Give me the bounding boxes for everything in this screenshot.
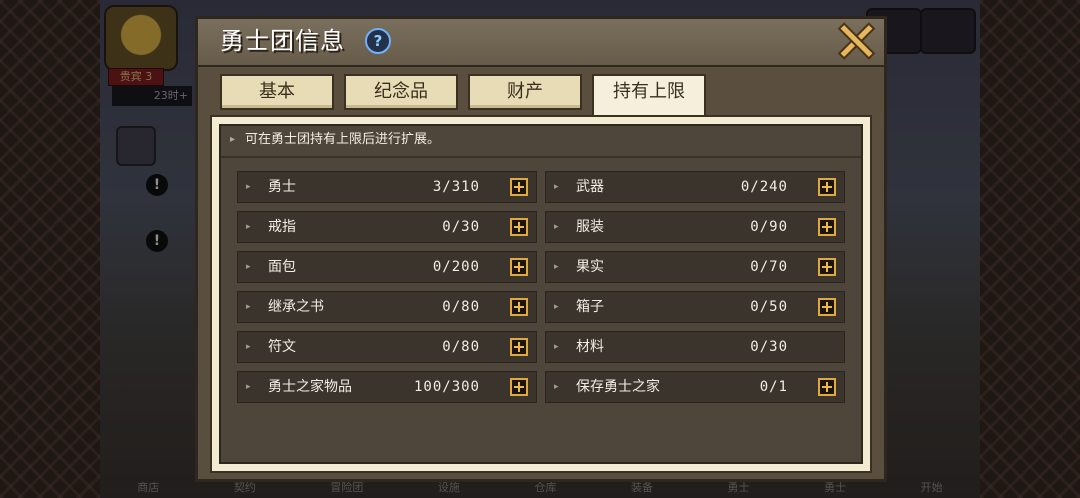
limit-name: 继承之书 [268, 299, 324, 315]
limit-row: ▸ 面包 0/200 [237, 251, 537, 283]
expand-plus-button[interactable] [510, 298, 528, 316]
limit-value: 0/80 [442, 339, 480, 355]
limit-value: 3/310 [432, 179, 480, 195]
expand-plus-button[interactable] [818, 178, 836, 196]
expand-plus-button[interactable] [818, 258, 836, 276]
close-icon[interactable] [838, 22, 874, 58]
arrow-icon: ▸ [246, 342, 251, 352]
arrow-icon: ▸ [246, 382, 251, 392]
expand-plus-button[interactable] [510, 178, 528, 196]
limit-row: ▸ 材料 0/30 [545, 331, 845, 363]
limit-name: 保存勇士之家 [576, 379, 660, 395]
arrow-icon: ▸ [554, 182, 559, 192]
limit-value: 100/300 [413, 379, 480, 395]
limit-value: 0/240 [740, 179, 788, 195]
tab-content-panel: ▸ 可在勇士团持有上限后进行扩展。 ▸ 勇士 3/310 ▸ 武器 0/240 ▸ 戒指 0/3… [210, 115, 872, 473]
limit-value: 0/90 [750, 219, 788, 235]
limit-row: ▸ 服装 0/90 [545, 211, 845, 243]
limit-value: 0/30 [750, 339, 788, 355]
expand-plus-button[interactable] [510, 258, 528, 276]
limit-value: 0/70 [750, 259, 788, 275]
dialog-titlebar: 勇士团信息 ? [198, 19, 884, 67]
dialog-title: 勇士团信息 [220, 27, 345, 55]
limit-value: 0/30 [442, 219, 480, 235]
limit-name: 武器 [576, 179, 604, 195]
arrow-icon: ▸ [554, 342, 559, 352]
arrow-icon: ▸ [246, 262, 251, 272]
limit-row: ▸ 符文 0/80 [237, 331, 537, 363]
arrow-icon: ▸ [554, 302, 559, 312]
arrow-icon: ▸ [246, 302, 251, 312]
limit-row: ▸ 继承之书 0/80 [237, 291, 537, 323]
expand-plus-button[interactable] [818, 298, 836, 316]
expand-plus-button[interactable] [510, 338, 528, 356]
limit-name: 材料 [576, 339, 604, 355]
limit-value: 0/200 [432, 259, 480, 275]
limit-name: 勇士 [268, 179, 296, 195]
notice-bar: ▸ 可在勇士团持有上限后进行扩展。 [221, 126, 861, 158]
tab-assets[interactable]: 财产 [468, 74, 582, 110]
limit-row: ▸ 武器 0/240 [545, 171, 845, 203]
limit-row: ▸ 勇士之家物品 100/300 [237, 371, 537, 403]
expand-plus-button[interactable] [510, 218, 528, 236]
limit-name: 符文 [268, 339, 296, 355]
limit-name: 服装 [576, 219, 604, 235]
arrow-icon: ▸ [554, 382, 559, 392]
expand-plus-button[interactable] [818, 218, 836, 236]
arrow-icon: ▸ [246, 222, 251, 232]
limit-value: 0/80 [442, 299, 480, 315]
arrow-icon: ▸ [246, 182, 251, 192]
limit-row: ▸ 戒指 0/30 [237, 211, 537, 243]
limit-name: 勇士之家物品 [268, 379, 352, 395]
arrow-icon: ▸ [554, 262, 559, 272]
limit-row: ▸ 果实 0/70 [545, 251, 845, 283]
guild-info-dialog: 勇士团信息 ? 基本 纪念品 财产 持有上限 ▸ 可在勇士团持有上限后进行扩展。… [195, 16, 887, 482]
limit-name: 戒指 [268, 219, 296, 235]
limit-name: 面包 [268, 259, 296, 275]
tab-basic[interactable]: 基本 [220, 74, 334, 110]
limit-value: 0/50 [750, 299, 788, 315]
expand-plus-button[interactable] [818, 378, 836, 396]
tab-holding-limits[interactable]: 持有上限 [592, 74, 706, 116]
arrow-icon: ▸ [230, 134, 236, 145]
notice-text: 可在勇士团持有上限后进行扩展。 [245, 132, 441, 147]
arrow-icon: ▸ [554, 222, 559, 232]
limit-row: ▸ 箱子 0/50 [545, 291, 845, 323]
expand-plus-button[interactable] [510, 378, 528, 396]
limits-panel: ▸ 可在勇士团持有上限后进行扩展。 ▸ 勇士 3/310 ▸ 武器 0/240 ▸ 戒指 0/3… [219, 124, 863, 464]
limit-row: ▸ 保存勇士之家 0/1 [545, 371, 845, 403]
limit-row: ▸ 勇士 3/310 [237, 171, 537, 203]
tab-souvenirs[interactable]: 纪念品 [344, 74, 458, 110]
help-icon[interactable]: ? [365, 28, 391, 54]
limit-value: 0/1 [759, 379, 788, 395]
limit-name: 箱子 [576, 299, 604, 315]
limit-name: 果实 [576, 259, 604, 275]
